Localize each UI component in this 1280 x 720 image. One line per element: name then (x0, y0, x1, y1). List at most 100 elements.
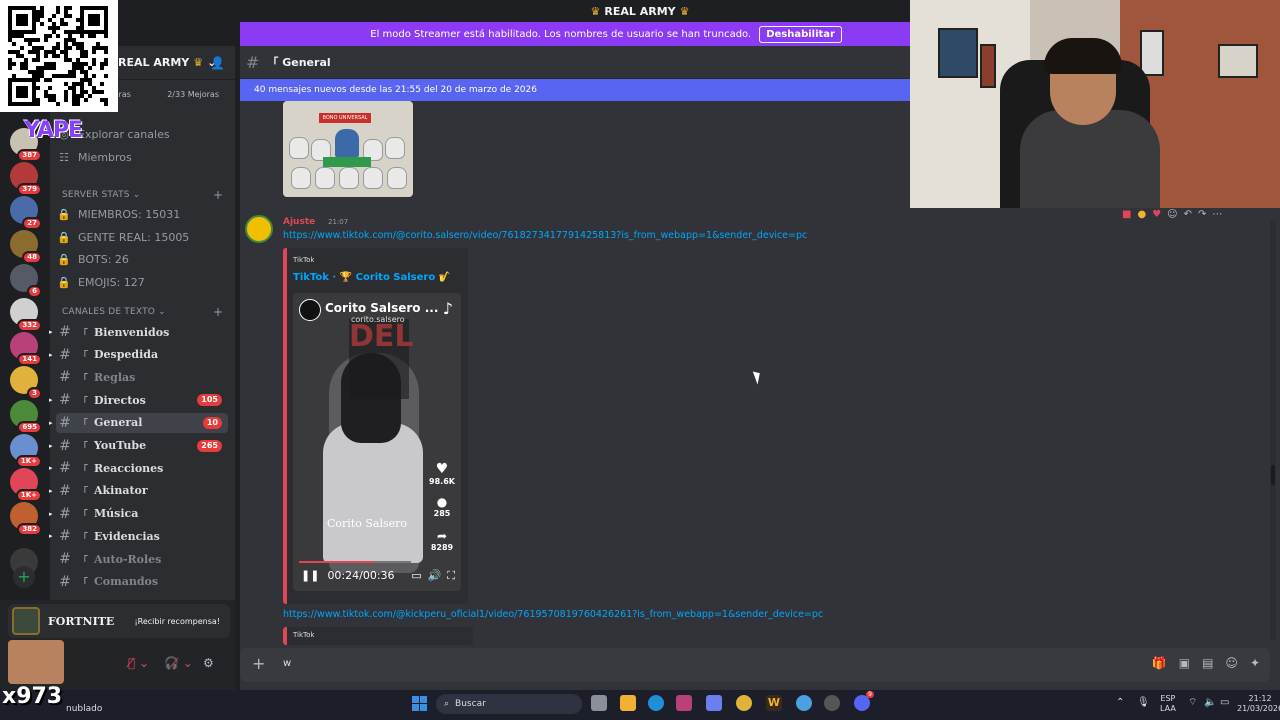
stat-channel[interactable]: 🔒 MIEMBROS: 15031 (56, 204, 180, 224)
file-explorer-icon[interactable] (620, 695, 636, 711)
likes-stat[interactable]: ♥ 98.6K (429, 461, 455, 486)
message-link[interactable]: https://www.tiktok.com/@kickperu_oficial… (283, 609, 823, 620)
sticker-icon[interactable]: ▤ (1202, 656, 1213, 670)
add-server-icon[interactable]: + (13, 566, 35, 588)
category-server-stats[interactable]: SERVER STATS ⌄ (62, 190, 141, 200)
message-composer[interactable]: + w 🎁 ▣ ▤ ☺ ✦ (240, 648, 1270, 682)
fullscreen-icon[interactable]: ⛶ (447, 569, 455, 583)
server-icon[interactable]: 379 (10, 162, 42, 196)
game-launcher-icon[interactable]: W (766, 695, 782, 711)
weather-widget[interactable]: nublado (66, 704, 102, 714)
deafen-icon[interactable]: 🎧̸ ⌄ (164, 656, 193, 670)
claim-reward-button[interactable]: ¡Recibir recompensa! (134, 617, 220, 626)
unread-indicator: ▸ (49, 418, 53, 427)
channel-despedida[interactable]: # 「 Despedida (56, 345, 228, 365)
server-icon[interactable]: 695 (10, 400, 42, 434)
channel-name: Comandos (94, 575, 159, 589)
game-promo[interactable]: FORTNITE ¡Recibir recompensa! (8, 604, 230, 638)
wifi-icon[interactable]: ⌔ (1188, 698, 1197, 708)
chat-scrollbar[interactable] (1270, 220, 1276, 640)
server-icon[interactable]: 141 (10, 332, 42, 366)
image-detail (363, 167, 383, 189)
add-reaction-icon[interactable]: ☺ (1167, 209, 1177, 220)
avatar[interactable] (245, 215, 273, 243)
heart-icon: ♥ (435, 461, 449, 477)
server-icon[interactable]: 48 (10, 230, 42, 264)
comments-stat[interactable]: ● 285 (429, 495, 455, 518)
channel-general[interactable]: # 「 General 10 (56, 412, 228, 433)
copilot-icon[interactable] (706, 695, 722, 711)
more-options-icon[interactable]: ⋯ (1212, 209, 1222, 220)
clock[interactable]: 21:12 21/03/2026 (1237, 694, 1280, 714)
invite-user-icon[interactable]: 👤 (210, 56, 225, 70)
server-icon[interactable]: 3 (10, 366, 42, 400)
emoji-icon[interactable]: ☺ (1225, 656, 1238, 670)
channel-auto-roles[interactable]: # 「 Auto-Roles (56, 549, 228, 569)
gif-icon[interactable]: ▣ (1179, 656, 1190, 670)
qr-module (48, 34, 52, 38)
tray-chevron-icon[interactable]: ⌃ (1116, 698, 1124, 708)
stat-channel[interactable]: 🔒 BOTS: 26 (56, 249, 129, 269)
reaction-icon[interactable]: ● (1137, 209, 1146, 220)
message-input[interactable]: w (283, 658, 291, 669)
pause-icon[interactable]: ❚❚ (301, 569, 319, 582)
forward-icon[interactable]: ↷ (1198, 209, 1206, 220)
category-text-channels[interactable]: CANALES DE TEXTO ⌄ (62, 307, 166, 317)
message-author[interactable]: Ajuste (283, 217, 315, 227)
reaction-icon[interactable]: ■ (1122, 209, 1131, 220)
channel-m-sica[interactable]: # 「 Música (56, 504, 228, 524)
channel-reglas[interactable]: # 「 Reglas (56, 367, 228, 387)
server-icon[interactable]: 332 (10, 298, 42, 332)
server-icon[interactable]: 1K+ (10, 434, 42, 468)
apps-icon[interactable]: ✦ (1250, 656, 1260, 670)
video-progress-bar[interactable] (299, 561, 411, 563)
channel-akinator[interactable]: # 「 Akinator (56, 481, 228, 501)
hashtag-icon: # (59, 437, 71, 454)
new-messages-bar[interactable]: 40 mensajes nuevos desde las 21:55 del 2… (240, 79, 910, 101)
add-channel-icon[interactable]: + (213, 305, 223, 319)
stat-channel[interactable]: 🔒 EMOJIS: 127 (56, 272, 145, 292)
message-link[interactable]: https://www.tiktok.com/@corito.salsero/v… (283, 230, 807, 241)
language-indicator[interactable]: ESP LAA (1160, 694, 1176, 714)
disable-streamer-button[interactable]: Deshabilitar (759, 25, 842, 43)
add-channel-icon[interactable]: + (213, 188, 223, 202)
windows-start-icon[interactable] (412, 696, 427, 711)
edge-icon[interactable] (648, 695, 664, 711)
chrome-icon[interactable] (736, 695, 752, 711)
server-icon[interactable]: 1K+ (10, 468, 42, 502)
channel-prefix: 「 (78, 419, 88, 431)
channel-bienvenidos[interactable]: # 「 Bienvenidos (56, 322, 228, 342)
shares-stat[interactable]: ➦ 8289 (429, 529, 455, 552)
scrollbar-thumb[interactable] (1271, 465, 1275, 485)
server-icon[interactable]: 382 (10, 502, 42, 536)
channel-reacciones[interactable]: # 「 Reacciones (56, 458, 228, 478)
settings-gear-icon[interactable]: ⚙ (203, 656, 214, 670)
task-view-icon[interactable] (591, 695, 607, 711)
attach-plus-icon[interactable]: + (252, 654, 265, 673)
video-player[interactable]: DEL Corito Salsero ... corito.salsero ♪ … (293, 293, 461, 591)
stat-channel[interactable]: 🔒 GENTE REAL: 15005 (56, 227, 189, 247)
channel-evidencias[interactable]: # 「 Evidencias (56, 526, 228, 546)
app-icon[interactable] (676, 695, 692, 711)
gift-icon[interactable]: 🎁 (1152, 656, 1167, 670)
server-icon[interactable]: 27 (10, 196, 42, 230)
volume-icon[interactable]: 🔊 (428, 569, 442, 583)
members-link[interactable]: ☷ Miembros (56, 147, 132, 167)
battery-icon[interactable]: ▭ (1220, 698, 1229, 708)
embed-author[interactable]: TikTok · 🏆 Corito Salsero 🎷 (293, 272, 451, 283)
channel-directos[interactable]: # 「 Directos 105 (56, 390, 228, 410)
captions-icon[interactable]: ▭ (411, 569, 421, 583)
channel-youtube[interactable]: # 「 YouTube 265 (56, 436, 228, 456)
discord-icon[interactable]: 9 (854, 691, 874, 711)
taskbar-search[interactable]: ⌕ Buscar (436, 694, 582, 714)
browser-icon[interactable] (796, 695, 812, 711)
channel-comandos[interactable]: # 「 Comandos (56, 572, 228, 592)
volume-icon[interactable]: 🔈 (1204, 698, 1216, 708)
heart-icon[interactable]: ♥ (1152, 209, 1161, 220)
server-icon[interactable]: 6 (10, 264, 42, 298)
image-attachment[interactable]: BONO UNIVERSAL (283, 101, 413, 197)
mute-icon[interactable]: 🎙̸ ⌄ (128, 656, 149, 670)
reply-icon[interactable]: ↶ (1184, 209, 1192, 220)
microphone-icon[interactable]: 🎙 (1137, 698, 1150, 708)
obs-icon[interactable] (824, 695, 840, 711)
